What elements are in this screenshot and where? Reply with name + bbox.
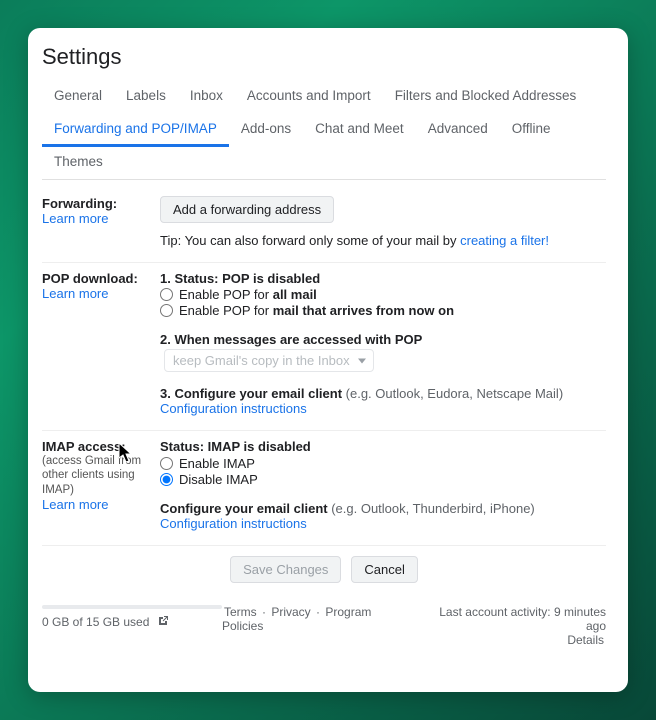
tabs-bar: General Labels Inbox Accounts and Import…	[42, 80, 606, 180]
forwarding-tip-text: Tip: You can also forward only some of y…	[160, 233, 460, 248]
details-link[interactable]: Details	[567, 633, 604, 647]
pop-option-all-mail[interactable]: Enable POP for all mail	[160, 287, 606, 302]
imap-option-disable[interactable]: Disable IMAP	[160, 472, 606, 487]
tab-addons[interactable]: Add-ons	[229, 113, 303, 147]
section-forwarding: Forwarding: Learn more Add a forwarding …	[42, 188, 606, 263]
create-filter-link[interactable]: creating a filter!	[460, 233, 549, 248]
tab-filters[interactable]: Filters and Blocked Addresses	[383, 80, 589, 114]
pop-option-from-now[interactable]: Enable POP for mail that arrives from no…	[160, 303, 606, 318]
storage-text: 0 GB of 15 GB used	[42, 615, 149, 629]
imap-enable-label: Enable IMAP	[179, 456, 255, 471]
content: Forwarding: Learn more Add a forwarding …	[42, 180, 606, 647]
imap-option-enable[interactable]: Enable IMAP	[160, 456, 606, 471]
pop-config-instructions-link[interactable]: Configuration instructions	[160, 401, 307, 416]
forwarding-learn-more-link[interactable]: Learn more	[42, 211, 108, 226]
imap-status-label: Status:	[160, 439, 208, 454]
save-button[interactable]: Save Changes	[230, 556, 341, 583]
imap-heading: IMAP access:	[42, 439, 160, 454]
imap-configure-note: (e.g. Outlook, Thunderbird, iPhone)	[331, 501, 535, 516]
pop-learn-more-link[interactable]: Learn more	[42, 286, 108, 301]
tab-chat[interactable]: Chat and Meet	[303, 113, 416, 147]
terms-link[interactable]: Terms	[224, 605, 257, 619]
imap-sub: (access Gmail from other clients using I…	[42, 454, 160, 497]
pop-configure-note: (e.g. Outlook, Eudora, Netscape Mail)	[346, 386, 564, 401]
pop-opt1-prefix: Enable POP for	[179, 287, 273, 302]
section-pop: POP download: Learn more 1. Status: POP …	[42, 263, 606, 431]
pop-radio-from-now[interactable]	[160, 304, 173, 317]
tab-advanced[interactable]: Advanced	[416, 113, 500, 147]
tab-forwarding[interactable]: Forwarding and POP/IMAP	[42, 113, 229, 147]
activity-text: Last account activity: 9 minutes ago	[417, 605, 606, 633]
pop-when-label: 2. When messages are accessed with POP	[160, 332, 422, 347]
pop-status-value: POP is disabled	[222, 271, 320, 286]
pop-opt2-prefix: Enable POP for	[179, 303, 273, 318]
imap-disable-label: Disable IMAP	[179, 472, 258, 487]
pop-status-label: 1. Status:	[160, 271, 222, 286]
pop-opt1-bold: all mail	[273, 287, 317, 302]
tab-accounts[interactable]: Accounts and Import	[235, 80, 383, 114]
pop-opt2-bold: mail that arrives from now on	[273, 303, 454, 318]
section-imap: IMAP access: (access Gmail from other cl…	[42, 431, 606, 546]
tab-general[interactable]: General	[42, 80, 114, 114]
imap-config-instructions-link[interactable]: Configuration instructions	[160, 516, 307, 531]
imap-status-value: IMAP is disabled	[208, 439, 311, 454]
tab-themes[interactable]: Themes	[42, 146, 115, 180]
page-title: Settings	[42, 42, 606, 80]
forwarding-heading: Forwarding:	[42, 196, 160, 211]
tab-inbox[interactable]: Inbox	[178, 80, 235, 114]
pop-radio-all-mail[interactable]	[160, 288, 173, 301]
action-row: Save Changes Cancel	[42, 546, 606, 605]
imap-radio-disable[interactable]	[160, 473, 173, 486]
pop-configure-label: 3. Configure your email client	[160, 386, 346, 401]
pop-heading: POP download:	[42, 271, 160, 286]
add-forwarding-address-button[interactable]: Add a forwarding address	[160, 196, 334, 223]
tab-labels[interactable]: Labels	[114, 80, 178, 114]
tab-offline[interactable]: Offline	[500, 113, 563, 147]
privacy-link[interactable]: Privacy	[271, 605, 310, 619]
imap-learn-more-link[interactable]: Learn more	[42, 497, 108, 512]
cancel-button[interactable]: Cancel	[351, 556, 417, 583]
imap-configure-label: Configure your email client	[160, 501, 331, 516]
settings-window: Settings General Labels Inbox Accounts a…	[28, 28, 628, 692]
storage-bar	[42, 605, 222, 609]
external-link-icon[interactable]	[157, 615, 169, 627]
imap-radio-enable[interactable]	[160, 457, 173, 470]
footer: 0 GB of 15 GB used Terms · Privacy · Pro…	[42, 605, 606, 647]
pop-when-select[interactable]: keep Gmail's copy in the Inbox	[164, 349, 374, 372]
